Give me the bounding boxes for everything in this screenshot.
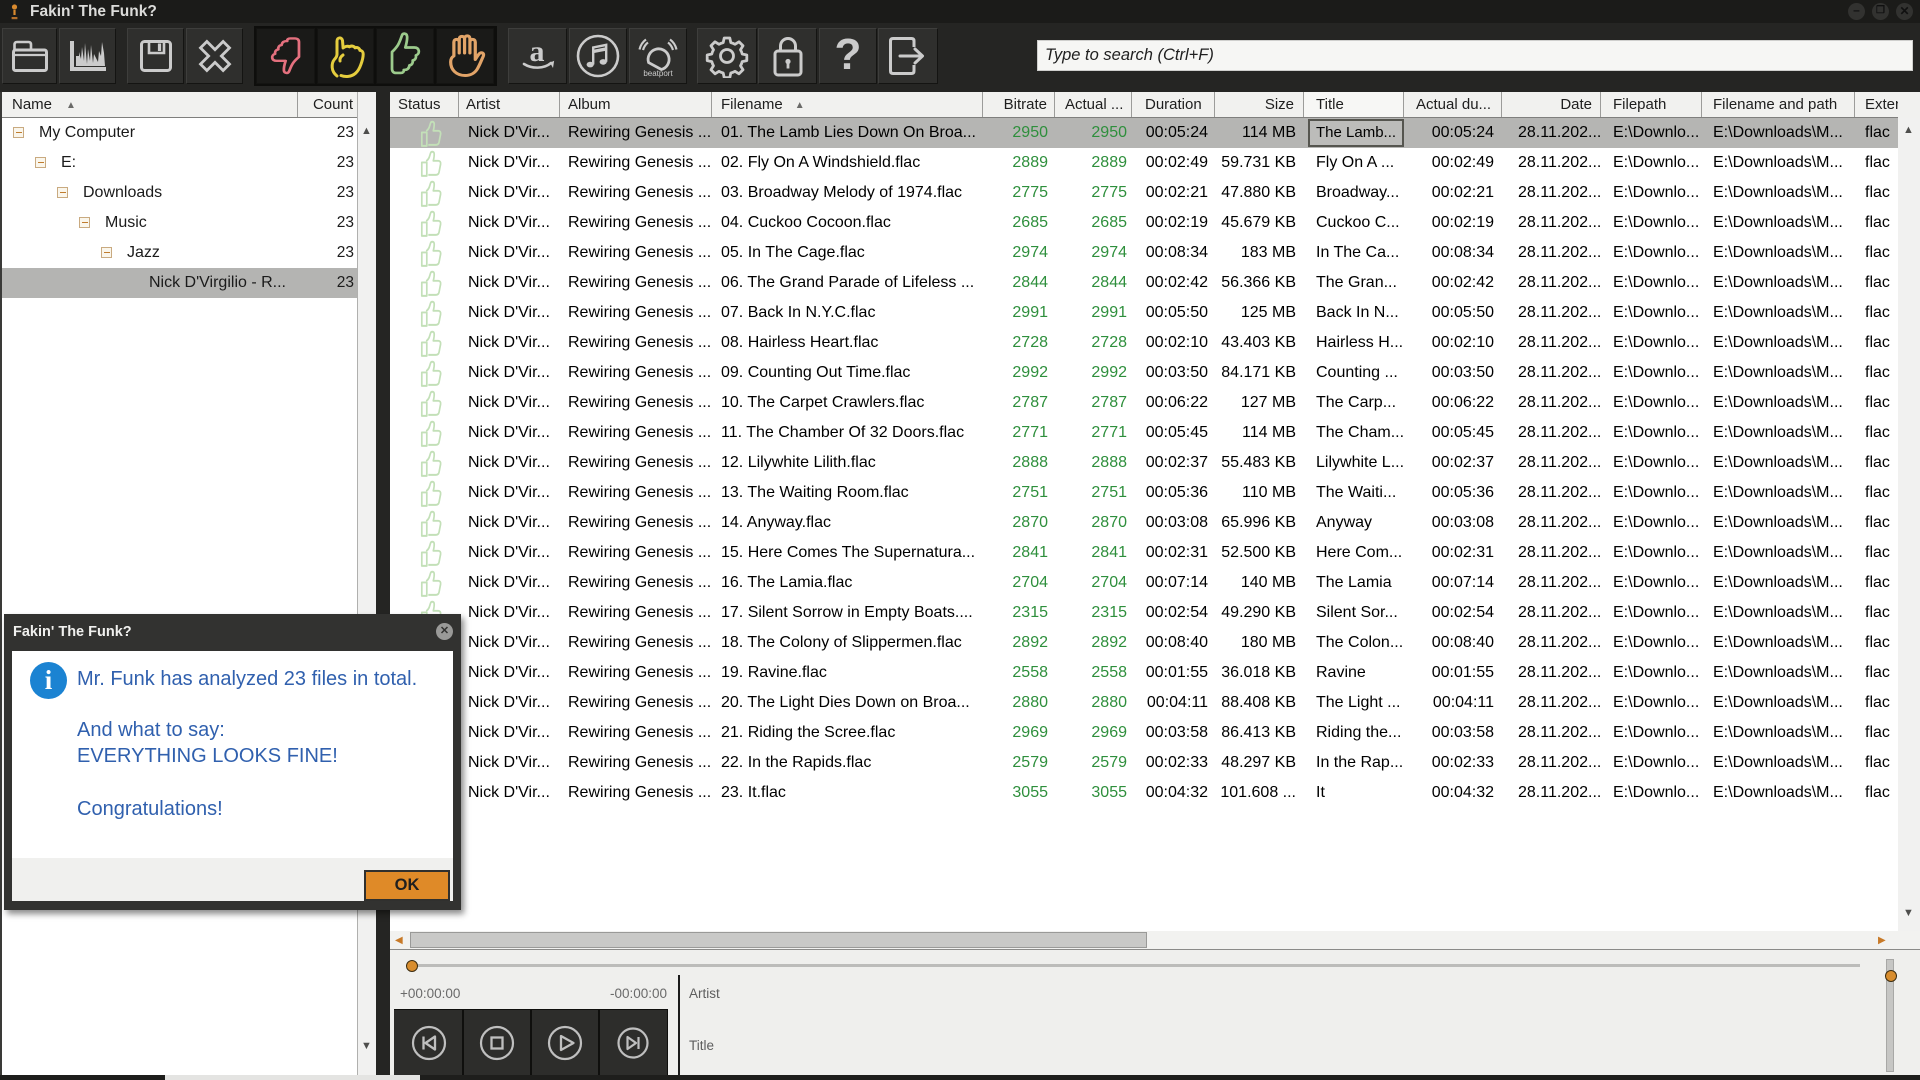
svg-text:beatport: beatport — [643, 69, 673, 78]
svg-text:a: a — [529, 36, 544, 68]
svg-text:?: ? — [835, 33, 862, 79]
